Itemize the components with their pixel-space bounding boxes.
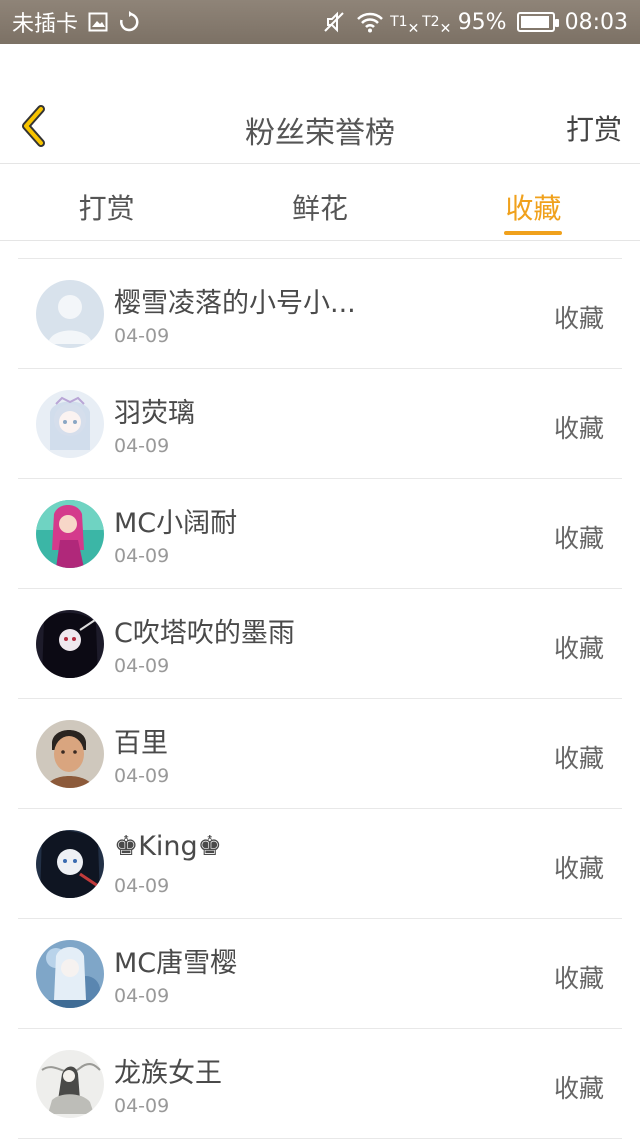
clock: 08:03: [564, 9, 628, 35]
tab-favorites[interactable]: 收藏: [427, 165, 640, 240]
header: 粉丝荣誉榜 打赏: [0, 90, 640, 164]
row-action-label: 收藏: [553, 854, 604, 883]
active-tab-indicator: [504, 231, 563, 235]
status-bar: 未插卡 T1 ✕ T2 ✕ 95% 08:03: [0, 0, 640, 44]
avatar: [36, 390, 104, 458]
fan-name: ♚King♚: [114, 831, 222, 862]
tab-label: 鲜花: [291, 192, 348, 225]
row-action-label: 收藏: [553, 634, 604, 663]
battery-percent: 95%: [457, 9, 507, 35]
sim2-no-signal-icon: T2 ✕: [422, 14, 452, 37]
tab-bar: 打赏 鲜花 收藏: [0, 165, 640, 241]
sync-icon: [118, 11, 140, 33]
fan-date: 04-09: [114, 765, 170, 787]
list-item[interactable]: MC唐雪樱 04-09 收藏: [18, 919, 622, 1029]
sim1-no-signal-icon: T1 ✕: [390, 14, 420, 37]
list-item[interactable]: 百里 04-09 收藏: [18, 699, 622, 809]
row-action-label: 收藏: [553, 524, 604, 553]
fan-name: 百里: [114, 728, 168, 759]
fan-name: 龙族女王: [114, 1058, 222, 1089]
page-title: 粉丝荣誉榜: [245, 116, 395, 151]
row-action-label: 收藏: [553, 414, 604, 443]
carrier-label: 未插卡: [12, 12, 79, 37]
reward-button[interactable]: 打赏: [566, 108, 622, 148]
row-action-label: 收藏: [553, 744, 604, 773]
fan-date: 04-09: [114, 325, 170, 347]
fan-list: 樱雪凌落的小号小... 04-09 收藏 羽荧璃 04-09 收藏 MC小阔耐 …: [18, 258, 622, 1139]
list-item[interactable]: 龙族女王 04-09 收藏: [18, 1029, 622, 1139]
mute-icon: [322, 10, 346, 34]
fan-date: 04-09: [114, 435, 170, 457]
avatar: [36, 830, 104, 898]
avatar: [36, 720, 104, 788]
fan-name: 羽荧璃: [114, 398, 195, 429]
row-action-label: 收藏: [553, 1074, 604, 1103]
avatar: [36, 1050, 104, 1118]
list-item[interactable]: MC小阔耐 04-09 收藏: [18, 479, 622, 589]
fan-date: 04-09: [114, 655, 170, 677]
list-item[interactable]: C吹塔吹的墨雨 04-09 收藏: [18, 589, 622, 699]
fan-date: 04-09: [114, 1095, 170, 1117]
tab-reward[interactable]: 打赏: [0, 165, 213, 240]
fan-date: 04-09: [114, 875, 170, 897]
avatar: [36, 280, 104, 348]
avatar: [36, 940, 104, 1008]
row-action-label: 收藏: [553, 304, 604, 333]
fan-name: MC唐雪樱: [114, 948, 238, 979]
list-item[interactable]: 樱雪凌落的小号小... 04-09 收藏: [18, 259, 622, 369]
tab-label: 打赏: [78, 192, 135, 225]
wifi-icon: [356, 11, 384, 33]
tab-flowers[interactable]: 鲜花: [213, 165, 426, 240]
list-item[interactable]: ♚King♚ 04-09 收藏: [18, 809, 622, 919]
list-item[interactable]: 羽荧璃 04-09 收藏: [18, 369, 622, 479]
avatar: [36, 500, 104, 568]
fan-name: C吹塔吹的墨雨: [114, 618, 295, 649]
row-action-label: 收藏: [553, 964, 604, 993]
avatar: [36, 610, 104, 678]
fan-date: 04-09: [114, 985, 170, 1007]
image-icon: [88, 12, 108, 32]
fan-name: MC小阔耐: [114, 508, 238, 539]
fan-name: 樱雪凌落的小号小...: [114, 288, 356, 319]
battery-icon: [516, 12, 559, 32]
fan-date: 04-09: [114, 545, 170, 567]
